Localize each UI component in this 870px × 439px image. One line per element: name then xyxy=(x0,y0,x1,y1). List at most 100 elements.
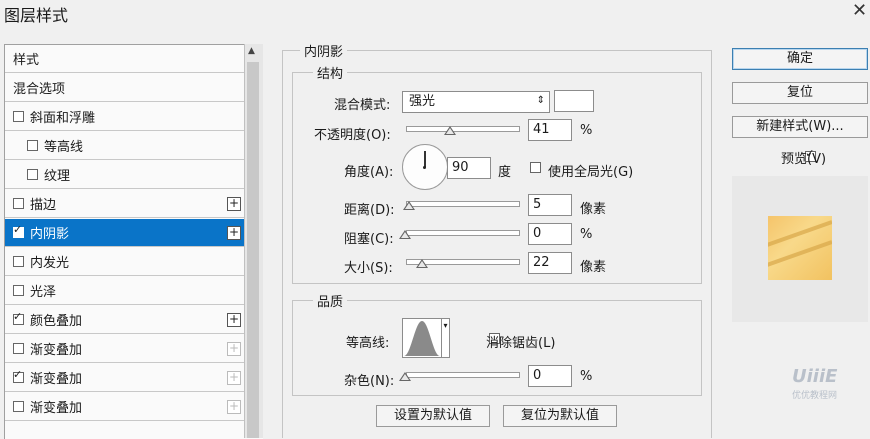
style-list-item-label: 内阴影 xyxy=(30,227,70,242)
opacity-slider-thumb[interactable] xyxy=(444,126,456,135)
style-list-item-label: 渐变叠加 xyxy=(30,343,83,358)
new-style-button[interactable]: 新建样式(W)... xyxy=(732,116,868,138)
style-list-item-label: 颜色叠加 xyxy=(30,314,83,329)
style-list-item[interactable]: 内阴影 + xyxy=(5,219,245,247)
add-effect-plus-icon: + xyxy=(227,341,241,356)
style-checkbox[interactable] xyxy=(13,343,24,354)
style-list: 样式混合选项斜面和浮雕等高线纹理描边+内阴影+内发光光泽颜色叠加+渐变叠加+渐变… xyxy=(4,44,263,439)
updown-arrow-icon: ⇕ xyxy=(536,95,545,106)
style-checkbox[interactable] xyxy=(27,140,38,151)
blend-mode-select[interactable]: 强光 ⇕ xyxy=(402,91,550,113)
style-checkbox[interactable] xyxy=(13,111,24,122)
preview-label: 预览(V) xyxy=(781,152,827,167)
style-list-item[interactable]: 混合选项 xyxy=(5,74,245,102)
size-input[interactable]: 22 xyxy=(528,252,572,274)
style-list-item[interactable]: 渐变叠加 + xyxy=(5,335,245,363)
style-list-item[interactable]: 斜面和浮雕 xyxy=(5,103,245,131)
style-checkbox[interactable] xyxy=(13,401,24,412)
watermark-caption: 优优教程网 xyxy=(792,391,838,401)
contour-dropdown-arrow-icon[interactable]: ▾ xyxy=(442,318,450,358)
style-list-item[interactable]: 等高线 xyxy=(5,132,245,160)
size-slider-thumb[interactable] xyxy=(416,259,428,268)
opacity-unit: % xyxy=(580,123,593,138)
noise-input[interactable]: 0 xyxy=(528,365,572,387)
style-checkbox[interactable] xyxy=(13,310,24,325)
add-effect-plus-icon: + xyxy=(227,399,241,414)
opacity-slider-track[interactable] xyxy=(406,126,520,132)
distance-slider-thumb[interactable] xyxy=(403,201,415,210)
add-effect-plus-icon[interactable]: + xyxy=(227,313,241,327)
close-icon[interactable]: ✕ xyxy=(852,0,867,21)
style-list-item[interactable]: 颜色叠加 + xyxy=(5,306,245,334)
noise-slider-track[interactable] xyxy=(406,372,520,378)
blend-mode-value: 强光 xyxy=(409,94,436,109)
anti-alias-label: 消除锯齿(L) xyxy=(486,336,556,351)
scroll-up-arrow-icon[interactable]: ▲ xyxy=(248,46,255,56)
style-list-item-label: 等高线 xyxy=(44,140,84,155)
style-list-item[interactable]: 内发光 xyxy=(5,248,245,276)
noise-label: 杂色(N): xyxy=(344,374,395,389)
style-checkbox[interactable] xyxy=(13,256,24,267)
choke-slider-track[interactable] xyxy=(406,230,520,236)
global-light-checkbox[interactable] xyxy=(530,162,541,173)
reset-button[interactable]: 复位 xyxy=(732,82,868,104)
preview-swatch xyxy=(763,216,833,280)
angle-dial-needle xyxy=(424,151,426,167)
angle-dial[interactable] xyxy=(402,144,448,190)
style-list-item-label: 内发光 xyxy=(30,256,70,271)
size-unit: 像素 xyxy=(580,260,607,275)
add-effect-plus-icon[interactable]: + xyxy=(227,197,241,211)
scrollbar-thumb[interactable] xyxy=(247,62,259,438)
style-list-item-label: 光泽 xyxy=(30,285,57,300)
style-list-item-label: 渐变叠加 xyxy=(30,401,83,416)
shadow-color-swatch[interactable] xyxy=(554,90,594,112)
style-list-item[interactable]: 纹理 xyxy=(5,161,245,189)
add-effect-plus-icon[interactable]: + xyxy=(227,226,241,240)
reset-default-button[interactable]: 复位为默认值 xyxy=(503,405,617,427)
style-list-item-label: 纹理 xyxy=(44,169,71,184)
contour-picker[interactable] xyxy=(402,318,442,358)
style-list-item-label: 混合选项 xyxy=(13,82,66,97)
opacity-label: 不透明度(O): xyxy=(314,128,391,143)
angle-dial-center xyxy=(423,166,426,169)
global-light-label: 使用全局光(G) xyxy=(548,165,634,180)
contour-curve-icon xyxy=(404,321,440,356)
style-list-item-label: 样式 xyxy=(13,53,40,68)
style-list-item-label: 渐变叠加 xyxy=(30,372,83,387)
choke-slider-thumb[interactable] xyxy=(399,230,411,239)
blend-mode-label: 混合模式: xyxy=(334,98,391,113)
contour-label: 等高线: xyxy=(346,336,390,351)
distance-slider-track[interactable] xyxy=(406,201,520,207)
inner-shadow-title: 内阴影 xyxy=(300,41,348,60)
make-default-button[interactable]: 设置为默认值 xyxy=(376,405,490,427)
distance-label: 距离(D): xyxy=(344,203,395,218)
choke-unit: % xyxy=(580,227,593,242)
quality-title: 品质 xyxy=(313,291,348,310)
structure-title: 结构 xyxy=(313,63,348,82)
style-checkbox[interactable] xyxy=(27,169,38,180)
watermark-logo: UiiiE xyxy=(792,366,838,387)
style-list-item[interactable]: 样式 xyxy=(5,45,245,73)
ok-button[interactable]: 确定 xyxy=(732,48,868,70)
style-list-item[interactable]: 描边 + xyxy=(5,190,245,218)
choke-input[interactable]: 0 xyxy=(528,223,572,245)
angle-unit: 度 xyxy=(498,165,512,180)
style-list-item[interactable]: 渐变叠加 + xyxy=(5,393,245,421)
add-effect-plus-icon: + xyxy=(227,370,241,385)
angle-label: 角度(A): xyxy=(344,165,394,180)
style-checkbox[interactable] xyxy=(13,198,24,209)
style-list-item-label: 斜面和浮雕 xyxy=(30,111,96,126)
distance-input[interactable]: 5 xyxy=(528,194,572,216)
opacity-input[interactable]: 41 xyxy=(528,119,572,141)
style-list-item[interactable]: 光泽 xyxy=(5,277,245,305)
angle-input[interactable]: 90 xyxy=(447,157,491,179)
style-checkbox[interactable] xyxy=(13,368,24,383)
distance-unit: 像素 xyxy=(580,202,607,217)
preview-stripes-icon xyxy=(763,220,833,268)
noise-unit: % xyxy=(580,369,593,384)
style-checkbox[interactable] xyxy=(13,223,24,238)
style-checkbox[interactable] xyxy=(13,285,24,296)
size-label: 大小(S): xyxy=(344,261,393,276)
style-list-item[interactable]: 渐变叠加 + xyxy=(5,364,245,392)
noise-slider-thumb[interactable] xyxy=(399,372,411,381)
